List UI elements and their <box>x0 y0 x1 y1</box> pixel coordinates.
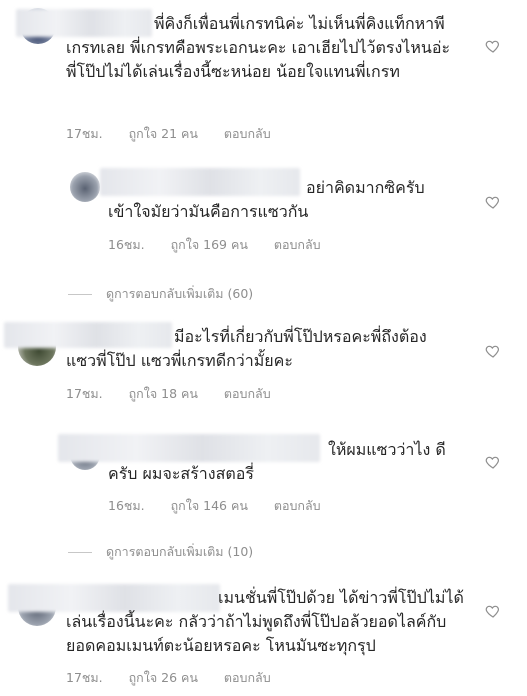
comment-time: 17ชม. <box>66 386 103 401</box>
comment-time: 17ชม. <box>66 670 103 685</box>
reply-button[interactable]: ตอบกลับ <box>224 126 271 141</box>
reply-button[interactable]: ตอบกลับ <box>274 237 321 252</box>
view-more-replies[interactable]: ดูการตอบกลับเพิ่มเติม (60) <box>68 284 253 304</box>
comment-text: มีอะไรที่เกี่ยวกับพี่โป๊ปหรอคะพี่ถึงต้อง… <box>66 327 427 370</box>
heart-outline-icon[interactable] <box>485 343 501 359</box>
comment-meta: 17ชม. ถูกใจ 26 คน ตอบกลับ <box>66 668 293 688</box>
like-count[interactable]: ถูกใจ 146 คน <box>171 498 248 513</box>
reply-button[interactable]: ตอบกลับ <box>224 670 271 685</box>
divider-line <box>68 552 92 553</box>
comment-meta: 17ชม. ถูกใจ 21 คน ตอบกลับ <box>66 124 293 144</box>
heart-outline-icon[interactable] <box>485 38 501 54</box>
comment-text: ให้ผมแซวว่าไง ดีครับ ผมจะสร้างสตอรี่ <box>108 440 446 483</box>
heart-outline-icon[interactable] <box>485 194 501 210</box>
like-count[interactable]: ถูกใจ 26 คน <box>129 670 198 685</box>
comment-time: 16ชม. <box>108 498 145 513</box>
like-count[interactable]: ถูกใจ 18 คน <box>129 386 198 401</box>
heart-outline-icon[interactable] <box>485 603 501 619</box>
view-more-replies[interactable]: ดูการตอบกลับเพิ่มเติม (10) <box>68 542 253 562</box>
comment-time: 16ชม. <box>108 237 145 252</box>
like-count[interactable]: ถูกใจ 21 คน <box>129 126 198 141</box>
comment-time: 17ชม. <box>66 126 103 141</box>
view-more-label[interactable]: ดูการตอบกลับเพิ่มเติม (60) <box>106 286 253 301</box>
heart-outline-icon[interactable] <box>485 454 501 470</box>
like-count[interactable]: ถูกใจ 169 คน <box>171 237 248 252</box>
avatar[interactable] <box>70 172 100 202</box>
divider-line <box>68 294 92 295</box>
reply-button[interactable]: ตอบกลับ <box>224 386 271 401</box>
comment-text: อย่าคิดมากซิครับ เข้าใจมัยว่ามันคือการแซ… <box>108 178 425 221</box>
reply-button[interactable]: ตอบกลับ <box>274 498 321 513</box>
comment-meta: 16ชม. ถูกใจ 146 คน ตอบกลับ <box>108 496 343 516</box>
view-more-label[interactable]: ดูการตอบกลับเพิ่มเติม (10) <box>106 544 253 559</box>
comment-meta: 17ชม. ถูกใจ 18 คน ตอบกลับ <box>66 384 293 404</box>
comment-text: เมนชั่นพี่โป๊ปด้วย ได้ข่าวพี่โป๊ปไม่ได้เ… <box>66 588 464 655</box>
comment-text: พี่คิงก็เพื่อนพี่เกรทนิค่ะ ไม่เห็นพี่คิง… <box>66 14 451 81</box>
comment-meta: 16ชม. ถูกใจ 169 คน ตอบกลับ <box>108 235 343 255</box>
